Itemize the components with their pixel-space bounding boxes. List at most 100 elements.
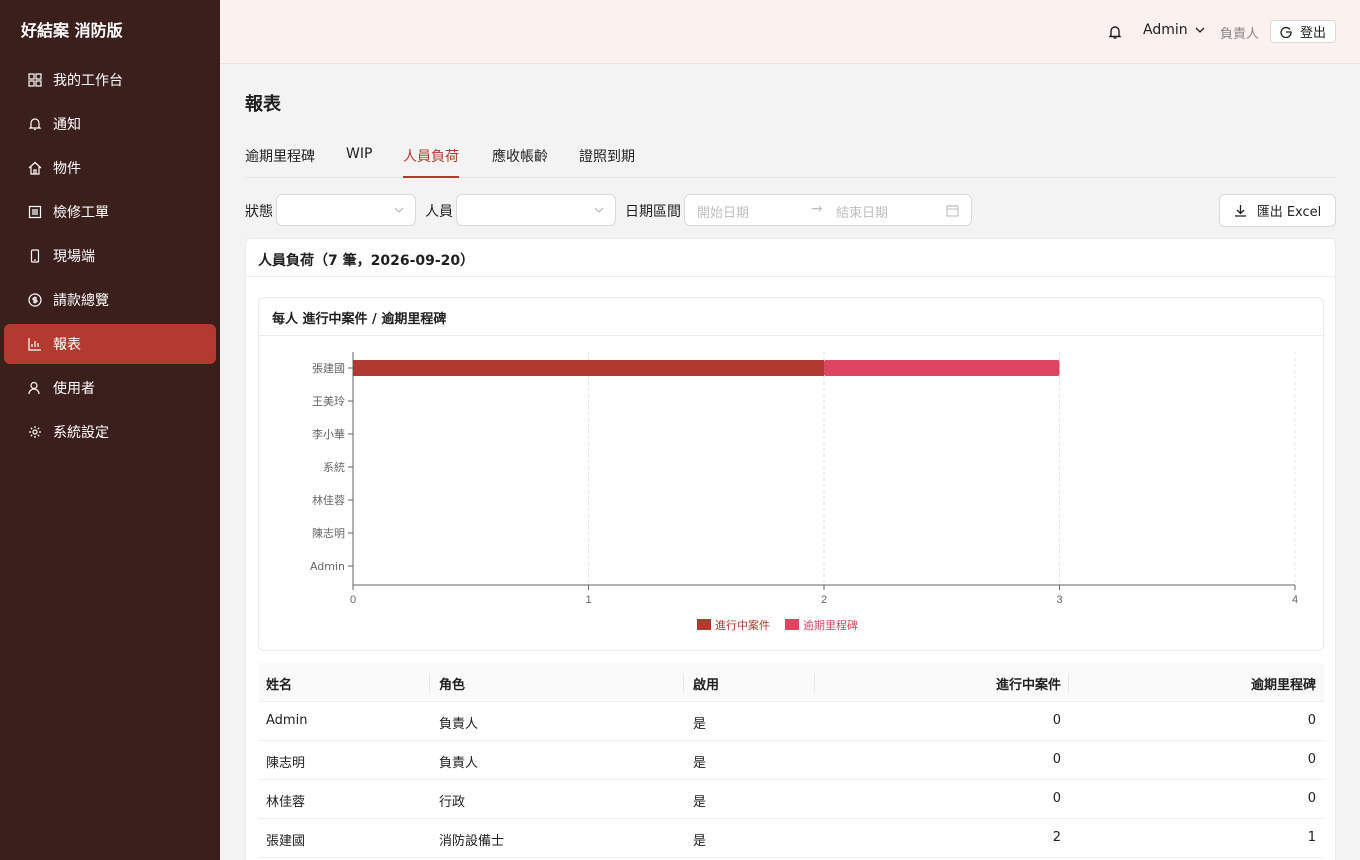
y-tick-label: 李小華 bbox=[312, 427, 345, 441]
sidebar-item-field[interactable]: 現場端 bbox=[4, 236, 216, 276]
home-icon bbox=[28, 161, 42, 175]
x-tick-label: 1 bbox=[585, 594, 591, 606]
date-range-label: 日期區間 bbox=[625, 204, 681, 220]
y-tick-label: 張建國 bbox=[312, 361, 345, 375]
download-icon bbox=[1234, 205, 1246, 217]
report-title: 人員負荷（7 筆，2026-09-20） bbox=[258, 253, 475, 269]
user-menu[interactable]: Admin bbox=[1143, 22, 1206, 38]
chevron-down-icon bbox=[594, 207, 604, 213]
y-tick-label: 陳志明 bbox=[312, 527, 345, 540]
calendar-icon bbox=[946, 205, 959, 217]
cell-name: Admin bbox=[266, 713, 308, 728]
chart-card: 每人 進行中案件 / 逾期里程碑 0 1 2 3 4 張建國 王美玲 李小華 系統 林佳蓉 陳志明 A… bbox=[258, 297, 1324, 651]
legend-swatch bbox=[785, 619, 799, 630]
cell-enabled: 是 bbox=[693, 717, 707, 732]
user-name: Admin bbox=[1143, 22, 1188, 38]
person-select[interactable] bbox=[456, 194, 616, 226]
sidebar-item-label: 我的工作台 bbox=[53, 73, 123, 89]
y-tick-label: Admin bbox=[310, 560, 345, 573]
sidebar-item-label: 請款總覽 bbox=[53, 293, 109, 309]
column-separator bbox=[814, 674, 815, 692]
logout-button[interactable]: 登出 bbox=[1270, 20, 1336, 43]
sidebar-item-label: 通知 bbox=[53, 117, 81, 133]
sidebar-item-label: 系統設定 bbox=[53, 425, 109, 441]
x-tick-label: 4 bbox=[1292, 594, 1298, 606]
column-separator bbox=[683, 674, 684, 692]
cell-name: 張建國 bbox=[266, 834, 306, 849]
status-select[interactable] bbox=[276, 194, 416, 226]
sidebar-item-label: 使用者 bbox=[53, 381, 95, 397]
tab-license-expiry[interactable]: 證照到期 bbox=[579, 146, 635, 178]
divider bbox=[246, 276, 1335, 277]
user-icon bbox=[28, 381, 42, 395]
logout-icon bbox=[1280, 26, 1292, 38]
tab-wip[interactable]: WIP bbox=[346, 146, 372, 178]
bar bbox=[353, 360, 824, 376]
person-filter-label: 人員 bbox=[425, 204, 453, 220]
table-header-row: 姓名 角色 啟用 進行中案件 逾期里程碑 bbox=[258, 663, 1324, 702]
cell-overdue-milestones: 0 bbox=[1307, 713, 1316, 728]
y-tick-label: 王美玲 bbox=[312, 395, 345, 408]
sidebar-item-label: 物件 bbox=[53, 161, 81, 177]
sidebar-item-label: 檢修工單 bbox=[53, 205, 109, 221]
tab-overdue-milestones[interactable]: 逾期里程碑 bbox=[245, 146, 315, 178]
page-title: 報表 bbox=[245, 94, 281, 115]
sidebar-item-notifications[interactable]: 通知 bbox=[4, 104, 216, 144]
x-tick-label: 3 bbox=[1056, 594, 1062, 606]
column-header-role: 角色 bbox=[439, 678, 466, 693]
chevron-down-icon bbox=[1195, 27, 1205, 33]
legend-swatch bbox=[697, 619, 711, 630]
cell-enabled: 是 bbox=[693, 756, 707, 771]
sidebar-item-reports[interactable]: 報表 bbox=[4, 324, 216, 364]
sidebar-item-settings[interactable]: 系統設定 bbox=[4, 412, 216, 452]
cell-overdue-milestones: 0 bbox=[1307, 791, 1316, 806]
range-arrow-icon: → bbox=[811, 201, 823, 217]
logout-label: 登出 bbox=[1299, 26, 1326, 41]
bar-chart-icon bbox=[28, 337, 42, 351]
table-row: 張建國 消防設備士 是 2 1 bbox=[258, 819, 1324, 858]
report-tabs: 逾期里程碑 WIP 人員負荷 應收帳齡 證照到期 bbox=[245, 140, 1336, 178]
user-role: 負責人 bbox=[1220, 27, 1260, 42]
export-excel-button[interactable]: 匯出 Excel bbox=[1219, 194, 1336, 227]
sidebar-item-label: 現場端 bbox=[53, 249, 95, 265]
column-separator bbox=[429, 674, 430, 692]
dollar-icon bbox=[28, 293, 42, 307]
sidebar-item-properties[interactable]: 物件 bbox=[4, 148, 216, 188]
end-date-input[interactable]: 結束日期 bbox=[836, 202, 888, 221]
cell-role: 負責人 bbox=[439, 756, 479, 771]
cell-overdue-milestones: 1 bbox=[1307, 830, 1316, 845]
workload-bar-chart: 0 1 2 3 4 張建國王美玲李小華系統林佳蓉陳志明 Admin 進行中案件 逾期里程碑 bbox=[310, 352, 1298, 632]
cell-name: 林佳蓉 bbox=[266, 795, 306, 810]
bar bbox=[824, 360, 1060, 376]
column-header-name: 姓名 bbox=[266, 678, 293, 693]
cell-role: 消防設備士 bbox=[439, 834, 505, 849]
sidebar-item-users[interactable]: 使用者 bbox=[4, 368, 216, 408]
column-separator bbox=[1068, 674, 1069, 692]
notification-bell-icon[interactable] bbox=[1108, 24, 1122, 40]
sidebar-item-billing[interactable]: 請款總覽 bbox=[4, 280, 216, 320]
start-date-input[interactable]: 開始日期 bbox=[697, 202, 749, 221]
cell-active-cases: 0 bbox=[1052, 713, 1061, 728]
sidebar-nav: 我的工作台 通知 物件 檢修工單 現場端 請款總覽 報表 使用者 系統設定 bbox=[4, 60, 216, 456]
cell-enabled: 是 bbox=[693, 834, 707, 849]
column-header-overdue-milestones: 逾期里程碑 bbox=[1250, 678, 1316, 693]
x-tick-label: 0 bbox=[350, 594, 356, 606]
tab-receivables-aging[interactable]: 應收帳齡 bbox=[492, 146, 548, 178]
cell-name: 陳志明 bbox=[266, 756, 306, 771]
chevron-down-icon bbox=[394, 207, 404, 213]
table-row: 林佳蓉 行政 是 0 0 bbox=[258, 780, 1324, 819]
sidebar-item-workbench[interactable]: 我的工作台 bbox=[4, 60, 216, 100]
table-row: 陳志明 負責人 是 0 0 bbox=[258, 741, 1324, 780]
workload-table: 姓名 角色 啟用 進行中案件 逾期里程碑 Admin 負責人 是 0 0 陳志明… bbox=[258, 663, 1324, 858]
sidebar-item-label: 報表 bbox=[53, 337, 81, 353]
cell-enabled: 是 bbox=[693, 795, 707, 810]
cell-active-cases: 2 bbox=[1052, 830, 1061, 845]
cell-overdue-milestones: 0 bbox=[1307, 752, 1316, 767]
bell-icon bbox=[28, 117, 42, 131]
x-tick-label: 2 bbox=[821, 594, 827, 606]
date-range-picker[interactable]: 開始日期 → 結束日期 bbox=[684, 194, 972, 226]
report-card: 人員負荷（7 筆，2026-09-20） 每人 進行中案件 / 逾期里程碑 0 1… bbox=[245, 238, 1336, 860]
tab-staff-workload[interactable]: 人員負荷 bbox=[403, 146, 459, 178]
cell-active-cases: 0 bbox=[1052, 752, 1061, 767]
sidebar-item-work-orders[interactable]: 檢修工單 bbox=[4, 192, 216, 232]
